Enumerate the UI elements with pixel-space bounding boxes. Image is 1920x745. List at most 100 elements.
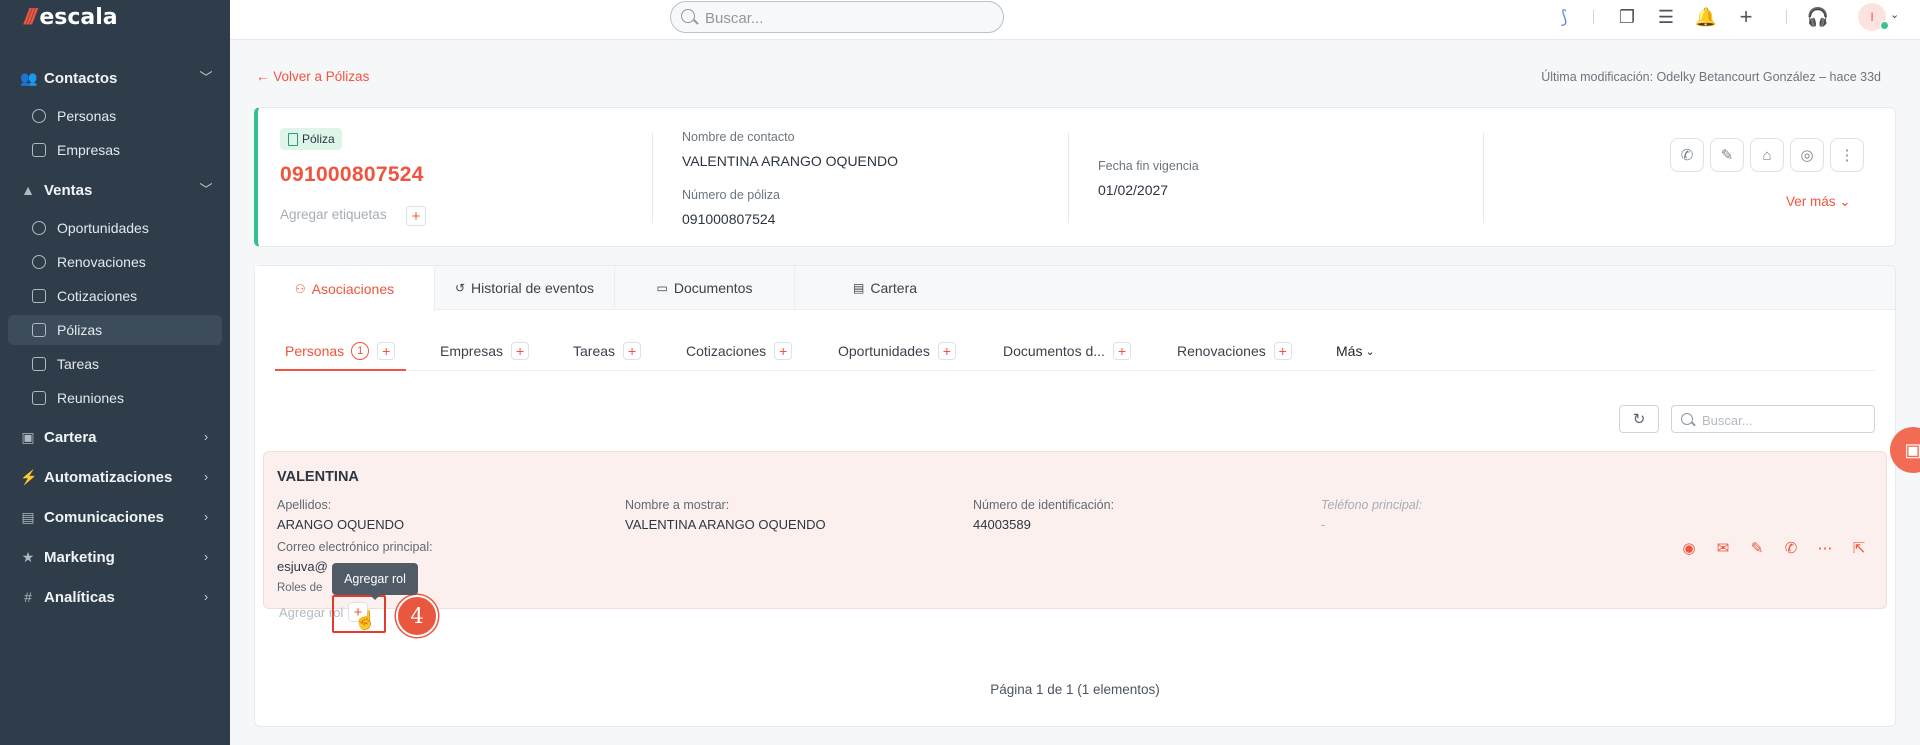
main-tabs: ⚇ Asociaciones ↺ Historial de eventos ▭ Doc… — [255, 266, 1895, 311]
target-icon — [32, 221, 46, 235]
display-name-label: Nombre a mostrar: — [625, 498, 730, 512]
refresh-icon — [32, 255, 46, 269]
edit-icon[interactable]: ✎ — [1746, 537, 1768, 559]
bell-icon[interactable]: 🔔 — [1692, 4, 1720, 30]
step-marker: 4 — [396, 595, 438, 637]
subtab-tareas[interactable]: Tareas + — [573, 338, 642, 364]
subtab-label: Personas — [285, 343, 345, 359]
add-persona-button[interactable]: + — [377, 342, 396, 360]
chevron-down-icon[interactable]: ⌄ — [1890, 8, 1899, 21]
arrow-left-icon: ← — [256, 69, 274, 84]
briefcase-icon: ▤ — [852, 281, 865, 295]
external-link-icon[interactable]: ⇱ — [1848, 537, 1870, 559]
add-renovacion-button[interactable]: + — [1273, 342, 1292, 360]
users-icon: 👥 — [20, 70, 38, 86]
sidebar-section-automatizaciones[interactable]: ⚡ Automatizaciones › — [0, 459, 230, 495]
contact-name-value: VALENTINA ARANGO OQUENDO — [682, 153, 899, 169]
associations-search[interactable] — [1671, 405, 1875, 433]
sidebar-section-marketing[interactable]: ★ Marketing › — [0, 539, 230, 575]
add-tag-button[interactable]: + — [406, 206, 426, 226]
tab-documentos[interactable]: ▭ Documentos — [615, 266, 795, 310]
search-icon — [681, 9, 695, 23]
conversations-icon[interactable]: ❐ — [1613, 4, 1641, 30]
global-search[interactable] — [670, 1, 1004, 33]
sidebar-item-reuniones[interactable]: Reuniones — [8, 383, 222, 413]
hash-icon: # — [24, 589, 32, 605]
add-tarea-button[interactable]: + — [623, 342, 642, 360]
sidebar-item-cotizaciones[interactable]: Cotizaciones — [8, 281, 222, 311]
more-options-button[interactable]: ⋮ — [1830, 138, 1864, 172]
whatsapp-icon: ◎ — [1800, 147, 1814, 164]
sidebar-section-label: Analíticas — [44, 588, 115, 606]
tooltip: Agregar rol — [332, 563, 418, 600]
sidebar-item-empresas[interactable]: Empresas — [8, 135, 222, 165]
more-icon[interactable]: ⋯ — [1814, 537, 1836, 559]
back-link-label: Volver a Pólizas — [273, 69, 370, 84]
add-oportunidad-button[interactable]: + — [937, 342, 956, 360]
tab-label: Asociaciones — [311, 280, 395, 297]
building-icon — [32, 143, 46, 157]
sidebar-section-cartera[interactable]: ▣ Cartera › — [0, 419, 230, 455]
back-link[interactable]: ← Volver a Pólizas — [256, 69, 369, 84]
subtab-documentos[interactable]: Documentos d... + — [1003, 338, 1131, 364]
subtab-mas[interactable]: Más ⌄ — [1336, 338, 1375, 364]
app-logo[interactable]: /// escala — [24, 4, 118, 30]
subtab-cotizaciones[interactable]: Cotizaciones + — [686, 338, 793, 364]
ai-assistant-icon[interactable]: ⟆ — [1550, 4, 1578, 30]
sidebar-item-polizas[interactable]: Pólizas — [8, 315, 222, 345]
subtab-label: Documentos d... — [1003, 343, 1105, 359]
refresh-button[interactable]: ↻ — [1619, 405, 1659, 433]
separator — [1786, 10, 1787, 24]
global-search-input[interactable] — [705, 8, 985, 28]
tab-asociaciones[interactable]: ⚇ Asociaciones — [255, 266, 435, 311]
add-documento-button[interactable]: + — [1112, 342, 1131, 360]
end-date-label: Fecha fin vigencia — [1098, 159, 1199, 173]
subtab-personas[interactable]: Personas 1 + — [285, 338, 396, 364]
subtab-empresas[interactable]: Empresas + — [440, 338, 530, 364]
tab-label: Documentos — [673, 280, 753, 296]
edit-button[interactable]: ✎ — [1710, 138, 1744, 172]
sidebar-section-ventas[interactable]: ▲ Ventas ﹀ — [0, 172, 230, 208]
add-cotizacion-button[interactable]: + — [774, 342, 793, 360]
chevron-right-icon: › — [203, 469, 209, 484]
subtab-oportunidades[interactable]: Oportunidades + — [838, 338, 956, 364]
end-date-value: 01/02/2027 — [1098, 182, 1169, 198]
list-icon[interactable]: ☰ — [1652, 4, 1680, 30]
view-icon[interactable]: ◉ — [1678, 537, 1700, 559]
subtab-label: Cotizaciones — [686, 343, 767, 359]
sidebar-item-personas[interactable]: Personas — [8, 101, 222, 131]
sidebar-section-comunicaciones[interactable]: ▤ Comunicaciones › — [0, 499, 230, 535]
sidebar-item-oportunidades[interactable]: Oportunidades — [8, 213, 222, 243]
identification-value: 44003589 — [973, 517, 1031, 532]
record-title: 091000807524 — [280, 163, 424, 186]
sidebar-section-contactos[interactable]: 👥 Contactos ﹀ — [0, 60, 230, 96]
call-button[interactable]: ✆ — [1670, 138, 1704, 172]
tab-label: Historial de eventos — [471, 280, 594, 296]
associations-search-input[interactable] — [1702, 411, 1862, 429]
subtab-renovaciones[interactable]: Renovaciones + — [1177, 338, 1292, 364]
chevron-down-icon: ﹀ — [199, 182, 213, 197]
sidebar-item-renovaciones[interactable]: Renovaciones — [8, 247, 222, 277]
chat-icon: ▤ — [21, 509, 35, 525]
tab-historial[interactable]: ↺ Historial de eventos — [435, 266, 615, 310]
identification-label: Número de identificación: — [973, 498, 1115, 512]
ver-mas-link[interactable]: Ver más ⌄ — [1786, 194, 1851, 210]
sidebar-item-tareas[interactable]: Tareas — [8, 349, 222, 379]
sidebar-section-analiticas[interactable]: # Analíticas › — [0, 579, 230, 615]
chevron-right-icon: › — [203, 549, 209, 564]
tab-label: Cartera — [870, 280, 918, 296]
add-empresa-button[interactable]: + — [511, 342, 530, 360]
chevron-right-icon: › — [203, 429, 209, 444]
tag-button[interactable]: ⌂ — [1750, 138, 1784, 172]
roles-label: Roles de — [277, 582, 323, 594]
email-icon[interactable]: ✉ — [1712, 537, 1734, 559]
phone-icon[interactable]: ✆ — [1780, 537, 1802, 559]
support-icon[interactable]: 🎧 — [1804, 4, 1832, 30]
logo-mark-icon: /// — [24, 4, 36, 29]
star-icon: ★ — [21, 549, 35, 565]
plus-icon[interactable]: + — [1732, 4, 1760, 30]
tab-cartera[interactable]: ▤ Cartera — [795, 266, 975, 310]
whatsapp-button[interactable]: ◎ — [1790, 138, 1824, 172]
apellidos-label: Apellidos: — [277, 498, 332, 512]
history-icon: ↺ — [454, 281, 466, 295]
